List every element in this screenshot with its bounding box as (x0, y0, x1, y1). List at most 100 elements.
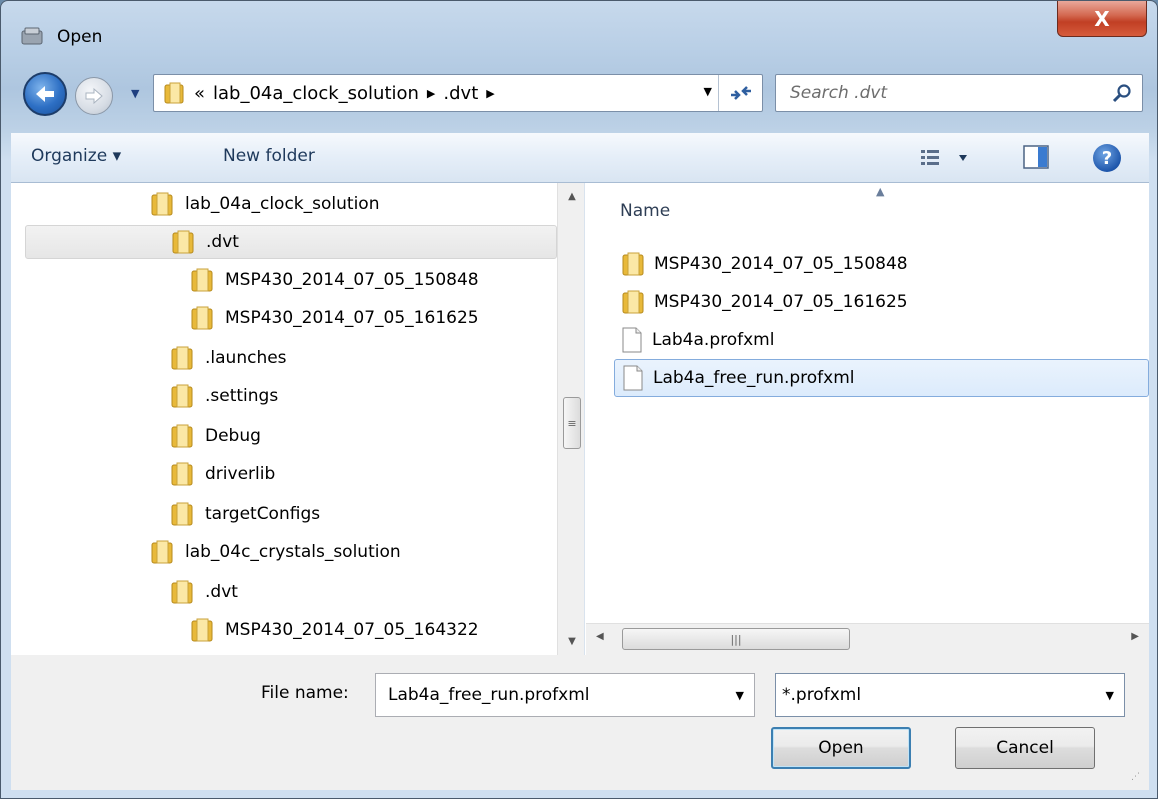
scroll-right-icon[interactable]: ▶ (1131, 631, 1139, 642)
tree-item-targetconfigs[interactable]: targetConfigs (171, 497, 320, 531)
scroll-up-icon[interactable]: ▲ (558, 191, 584, 202)
sort-ascending-icon: ▲ (876, 185, 885, 198)
chevron-down-icon[interactable]: ▼ (736, 689, 744, 702)
back-button[interactable] (23, 72, 67, 116)
file-name: Lab4a_free_run.profxml (653, 368, 855, 388)
recent-pages-dropdown-icon[interactable]: ▼ (131, 87, 139, 100)
open-button[interactable]: Open (771, 727, 911, 769)
refresh-button[interactable] (718, 75, 762, 111)
navigation-pane-scrollbar[interactable]: ▲ ≡ ▼ (557, 183, 584, 655)
folder-icon (171, 384, 193, 408)
scroll-thumb[interactable]: ||| (622, 628, 850, 650)
resize-grip-icon[interactable]: ⋰ (1131, 772, 1145, 786)
title-bar: Open X (1, 1, 1157, 57)
scroll-down-icon[interactable]: ▼ (558, 636, 584, 647)
file-list-item[interactable]: MSP430_2014_07_05_150848 (614, 245, 908, 283)
file-list-item[interactable]: MSP430_2014_07_05_161625 (614, 283, 908, 321)
navigation-pane: lab_04a_clock_solution .dvt MSP430_2014_… (11, 183, 585, 655)
cancel-button[interactable]: Cancel (955, 727, 1095, 769)
close-button[interactable]: X (1057, 1, 1147, 37)
folder-icon (151, 192, 173, 216)
scroll-left-icon[interactable]: ◀ (596, 631, 604, 642)
folder-icon (171, 502, 193, 526)
file-name-field[interactable]: Lab4a_free_run.profxml ▼ (375, 673, 755, 717)
open-dialog: Open X ▼ « lab_04a_clock_solution ▶ .dvt… (0, 0, 1158, 799)
scroll-thumb[interactable]: ≡ (563, 397, 581, 449)
chevron-right-icon[interactable]: ▶ (486, 87, 494, 100)
dialog-footer: File name: Lab4a_free_run.profxml ▼ *.pr… (11, 655, 1149, 790)
folder-icon (191, 306, 213, 330)
file-name: MSP430_2014_07_05_150848 (654, 254, 908, 274)
chevron-down-icon[interactable]: ▼ (1106, 689, 1114, 702)
help-icon: ? (1101, 147, 1113, 169)
tree-item-label: MSP430_2014_07_05_150848 (225, 270, 479, 290)
tree-item-label: .settings (205, 386, 279, 406)
breadcrumb-segment-dvt[interactable]: .dvt (443, 83, 478, 104)
organize-button[interactable]: Organize ▾ (31, 146, 121, 166)
tree-item-label: driverlib (205, 464, 276, 484)
breadcrumb-segment-project[interactable]: lab_04a_clock_solution (213, 83, 419, 104)
folder-icon (171, 462, 193, 486)
folder-icon (622, 290, 644, 314)
tree-item-lab-04a[interactable]: lab_04a_clock_solution (151, 187, 379, 221)
tree-item-lab-04c[interactable]: lab_04c_crystals_solution (151, 535, 401, 569)
tree-item-msp430-150848[interactable]: MSP430_2014_07_05_150848 (191, 263, 479, 297)
close-icon: X (1094, 6, 1110, 31)
file-type-value: *.profxml (782, 685, 862, 705)
tree-item-label: .launches (205, 348, 287, 368)
column-header[interactable]: ▲ Name (586, 183, 1149, 233)
change-view-icon[interactable] (919, 147, 979, 169)
file-list-scrollbar[interactable]: ◀ ||| ▶ (586, 623, 1149, 655)
file-type-select[interactable]: *.profxml ▼ (775, 673, 1125, 717)
tree-item-debug[interactable]: Debug (171, 419, 261, 453)
file-name: MSP430_2014_07_05_161625 (654, 292, 908, 312)
app-icon (21, 27, 43, 45)
tree-item-label: Debug (205, 426, 261, 446)
file-list-item-selected[interactable]: Lab4a_free_run.profxml (614, 359, 1149, 397)
command-bar: Organize ▾ New folder ? (11, 133, 1149, 183)
tree-item-settings[interactable]: .settings (171, 379, 278, 413)
address-dropdown-icon[interactable]: ▼ (704, 85, 712, 98)
new-folder-button[interactable]: New folder (223, 146, 315, 166)
folder-icon (172, 230, 194, 254)
breadcrumb: « lab_04a_clock_solution ▶ .dvt ▶ (194, 83, 495, 104)
breadcrumb-overflow[interactable]: « (194, 83, 205, 104)
folder-icon (171, 580, 193, 604)
navigation-row: ▼ « lab_04a_clock_solution ▶ .dvt ▶ ▼ Se… (1, 57, 1157, 121)
tree-item-label: lab_04a_clock_solution (185, 194, 380, 214)
address-bar[interactable]: « lab_04a_clock_solution ▶ .dvt ▶ ▼ (153, 74, 763, 112)
tree-item-label: MSP430_2014_07_05_161625 (225, 308, 479, 328)
file-name-value[interactable]: Lab4a_free_run.profxml (388, 685, 590, 705)
folder-icon (151, 540, 173, 564)
search-box[interactable]: Search .dvt (775, 74, 1143, 112)
folder-icon (171, 346, 193, 370)
tree-item-msp430-164322[interactable]: MSP430_2014_07_05_164322 (191, 613, 479, 647)
tree-item-label: targetConfigs (205, 504, 321, 524)
search-icon[interactable] (1112, 83, 1132, 103)
help-button[interactable]: ? (1093, 144, 1121, 172)
tree-item-msp430-161625[interactable]: MSP430_2014_07_05_161625 (191, 301, 479, 335)
forward-button[interactable] (75, 77, 113, 115)
file-name-label: File name: (261, 683, 349, 703)
folder-icon (164, 82, 184, 104)
file-list-pane: ▲ Name MSP430_2014_07_05_150848 MSP430_2… (586, 183, 1149, 655)
folder-icon (622, 252, 644, 276)
browser-panes: lab_04a_clock_solution .dvt MSP430_2014_… (11, 183, 1149, 655)
search-input[interactable]: Search .dvt (790, 83, 887, 103)
tree-item-launches[interactable]: .launches (171, 341, 287, 375)
arrow-right-icon (85, 87, 103, 105)
folder-icon (191, 618, 213, 642)
tree-item-label: .dvt (205, 582, 238, 602)
arrow-left-icon (36, 86, 54, 102)
tree-item-label: .dvt (206, 232, 239, 252)
tree-item-driverlib[interactable]: driverlib (171, 457, 275, 491)
refresh-icon (730, 86, 751, 100)
tree-item-dvt-selected[interactable]: .dvt (25, 225, 557, 259)
chevron-right-icon[interactable]: ▶ (427, 87, 435, 100)
document-icon (622, 327, 642, 353)
file-list-item[interactable]: Lab4a.profxml (614, 321, 774, 359)
preview-pane-icon[interactable] (1023, 145, 1049, 169)
column-header-name[interactable]: Name (620, 201, 670, 221)
folder-icon (191, 268, 213, 292)
tree-item-dvt-2[interactable]: .dvt (171, 575, 238, 609)
